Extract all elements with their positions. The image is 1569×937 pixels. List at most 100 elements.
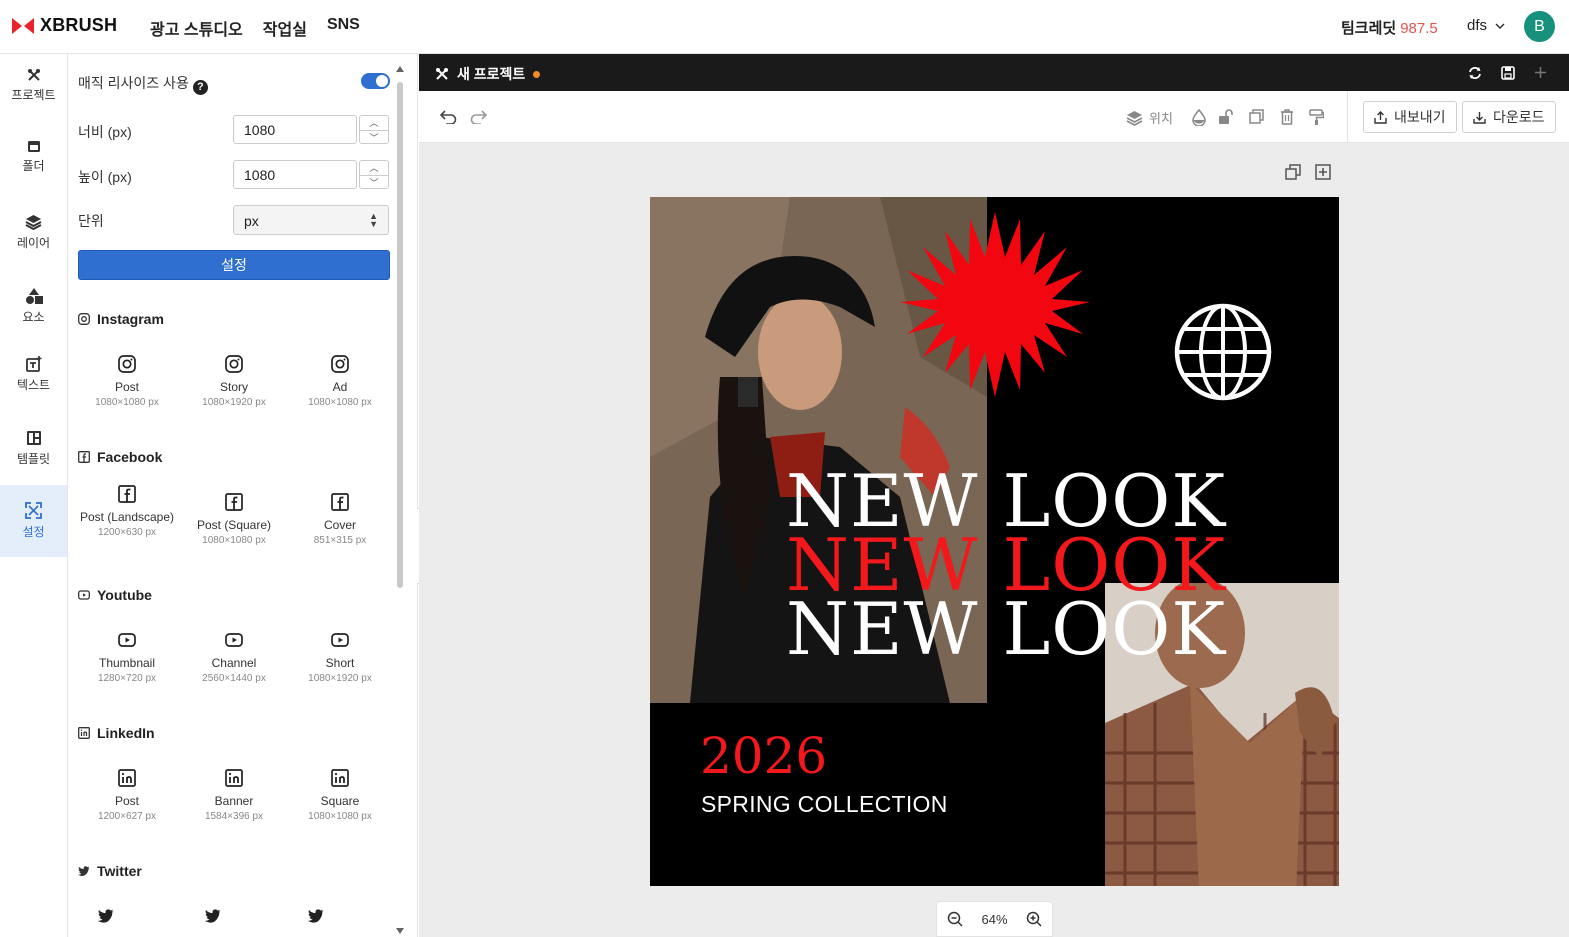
youtube-icon — [78, 590, 90, 600]
unsaved-indicator — [533, 70, 541, 78]
preset-youtube-short[interactable]: Short 1080×1920 px — [287, 631, 393, 686]
instagram-icon — [331, 355, 349, 373]
download-icon — [1473, 111, 1486, 124]
unit-select[interactable]: px ▲ ▼ — [233, 205, 389, 235]
chevron-down-icon[interactable]: ﹀ — [360, 130, 388, 144]
user-menu[interactable]: dfs — [1467, 17, 1505, 34]
year-text[interactable]: 2026 — [700, 727, 827, 785]
preset-youtube-thumbnail[interactable]: Thumbnail 1280×720 px — [74, 631, 180, 686]
top-nav: 광고 스튜디오 작업실 SNS — [150, 16, 360, 40]
preset-name: Post — [114, 794, 139, 808]
download-button[interactable]: 다운로드 — [1462, 101, 1556, 133]
preset-size: 1080×1080 px — [202, 535, 266, 546]
twitter-icon[interactable] — [307, 909, 325, 924]
sync-icon[interactable] — [1468, 66, 1482, 80]
facebook-icon — [78, 451, 90, 463]
rail-item-label: 설정 — [22, 525, 45, 539]
globe-icon[interactable] — [1173, 302, 1273, 402]
redo-icon[interactable] — [470, 110, 487, 124]
collection-text[interactable]: SPRING COLLECTION — [701, 791, 948, 818]
preset-size: 2560×1440 px — [202, 673, 266, 684]
zoom-in-icon[interactable] — [1026, 911, 1042, 927]
unlock-icon[interactable] — [1218, 109, 1234, 125]
width-input[interactable] — [233, 115, 357, 144]
format-painter-icon[interactable] — [1309, 109, 1324, 126]
rail-item-text[interactable]: 텍스트 — [0, 356, 67, 406]
youtube-icon — [118, 633, 136, 647]
undo-icon[interactable] — [440, 110, 457, 124]
position-control[interactable]: 위치 — [1126, 108, 1173, 127]
zoom-level[interactable]: 64% — [981, 912, 1007, 927]
scroll-up-icon[interactable] — [396, 66, 404, 72]
duplicate-icon[interactable] — [1249, 109, 1264, 124]
nav-sns[interactable]: SNS — [327, 16, 360, 40]
twitter-icon[interactable] — [97, 909, 115, 924]
linkedin-icon — [78, 727, 90, 739]
rail-item-project[interactable]: 프로젝트 — [0, 68, 67, 118]
magic-resize-toggle[interactable] — [361, 73, 390, 89]
preset-size: 1080×1920 px — [308, 673, 372, 684]
rail-item-folder[interactable]: 폴더 — [0, 140, 67, 190]
chevron-down-icon[interactable]: ﹀ — [360, 175, 388, 189]
panel-scroll-thumb[interactable] — [397, 82, 403, 588]
export-button[interactable]: 내보내기 — [1363, 101, 1457, 133]
section-facebook: Facebook — [78, 449, 162, 465]
trash-icon[interactable] — [1280, 109, 1294, 125]
export-label: 내보내기 — [1394, 109, 1446, 125]
apply-size-button[interactable]: 설정 — [78, 250, 390, 280]
rail-item-template[interactable]: 템플릿 — [0, 430, 67, 480]
opacity-icon[interactable] — [1192, 109, 1206, 126]
preset-youtube-channel[interactable]: Channel 2560×1440 px — [181, 631, 287, 686]
rail-item-layers[interactable]: 레이어 — [0, 214, 67, 264]
preset-instagram-post[interactable]: Post 1080×1080 px — [74, 355, 180, 410]
headline-line-3[interactable]: NEW LOOK — [786, 593, 1226, 665]
avatar[interactable]: B — [1524, 11, 1555, 42]
add-tab-icon[interactable] — [1534, 66, 1547, 79]
project-tab-bar: 새 프로젝트 — [419, 54, 1569, 91]
preset-linkedin-banner[interactable]: Banner 1584×396 px — [181, 769, 287, 824]
design-canvas[interactable]: NEW LOOK NEW LOOK NEW LOOK 2026 SPRING C… — [650, 197, 1339, 886]
nav-workspace[interactable]: 작업실 — [263, 16, 307, 40]
duplicate-page-icon[interactable] — [1285, 164, 1301, 180]
height-stepper[interactable]: ︿ ﹀ — [359, 160, 389, 189]
preset-facebook-cover[interactable]: Cover 851×315 px — [287, 493, 393, 548]
preset-name: Thumbnail — [98, 656, 156, 670]
rail-item-elements[interactable]: 요소 — [0, 288, 67, 338]
preset-name: Post (Square) — [196, 518, 272, 532]
chevron-up-icon[interactable]: ︿ — [360, 116, 388, 130]
twitter-icon[interactable] — [204, 909, 222, 924]
editor-area: 새 프로젝트 위치 내보내기 다운로드 NEW LOOK NEW LOOK NE… — [419, 54, 1569, 937]
preset-linkedin-square[interactable]: Square 1080×1080 px — [287, 769, 393, 824]
preset-facebook-post-square[interactable]: Post (Square) 1080×1080 px — [181, 493, 287, 548]
brand-logo[interactable]: XBRUSH — [12, 15, 117, 36]
preset-size: 851×315 px — [313, 535, 367, 546]
chevron-up-icon[interactable]: ︿ — [360, 161, 388, 175]
zoom-out-icon[interactable] — [947, 911, 963, 927]
preset-linkedin-post[interactable]: Post 1200×627 px — [74, 769, 180, 824]
height-input[interactable] — [233, 160, 357, 189]
scroll-down-icon[interactable] — [396, 928, 404, 934]
width-stepper[interactable]: ︿ ﹀ — [359, 115, 389, 144]
help-icon[interactable]: ? — [192, 79, 208, 95]
twitter-icon — [78, 865, 90, 876]
nav-ad-studio[interactable]: 광고 스튜디오 — [150, 16, 243, 40]
preset-instagram-ad[interactable]: Ad 1080×1080 px — [287, 355, 393, 410]
username: dfs — [1467, 17, 1488, 34]
section-title: LinkedIn — [97, 725, 155, 741]
section-title: Youtube — [97, 587, 152, 603]
left-rail: 프로젝트 폴더 레이어 요소 텍스트 템플릿 설정 — [0, 54, 68, 937]
preset-instagram-story[interactable]: Story 1080×1920 px — [181, 355, 287, 410]
download-label: 다운로드 — [1493, 109, 1545, 125]
unit-select-value: px — [244, 213, 259, 229]
position-label: 위치 — [1149, 111, 1173, 126]
project-tab[interactable]: 새 프로젝트 — [435, 64, 541, 84]
save-icon[interactable] — [1501, 66, 1515, 80]
add-page-icon[interactable] — [1315, 164, 1331, 180]
facebook-icon — [331, 493, 349, 511]
rail-item-settings[interactable]: 설정 — [0, 485, 67, 557]
preset-facebook-post-landscape[interactable]: Post (Landscape) 1200×630 px — [74, 485, 180, 540]
rail-item-label: 텍스트 — [16, 378, 51, 392]
facebook-icon — [225, 493, 243, 511]
text-icon — [25, 356, 41, 372]
red-starburst-shape[interactable] — [900, 207, 1090, 397]
